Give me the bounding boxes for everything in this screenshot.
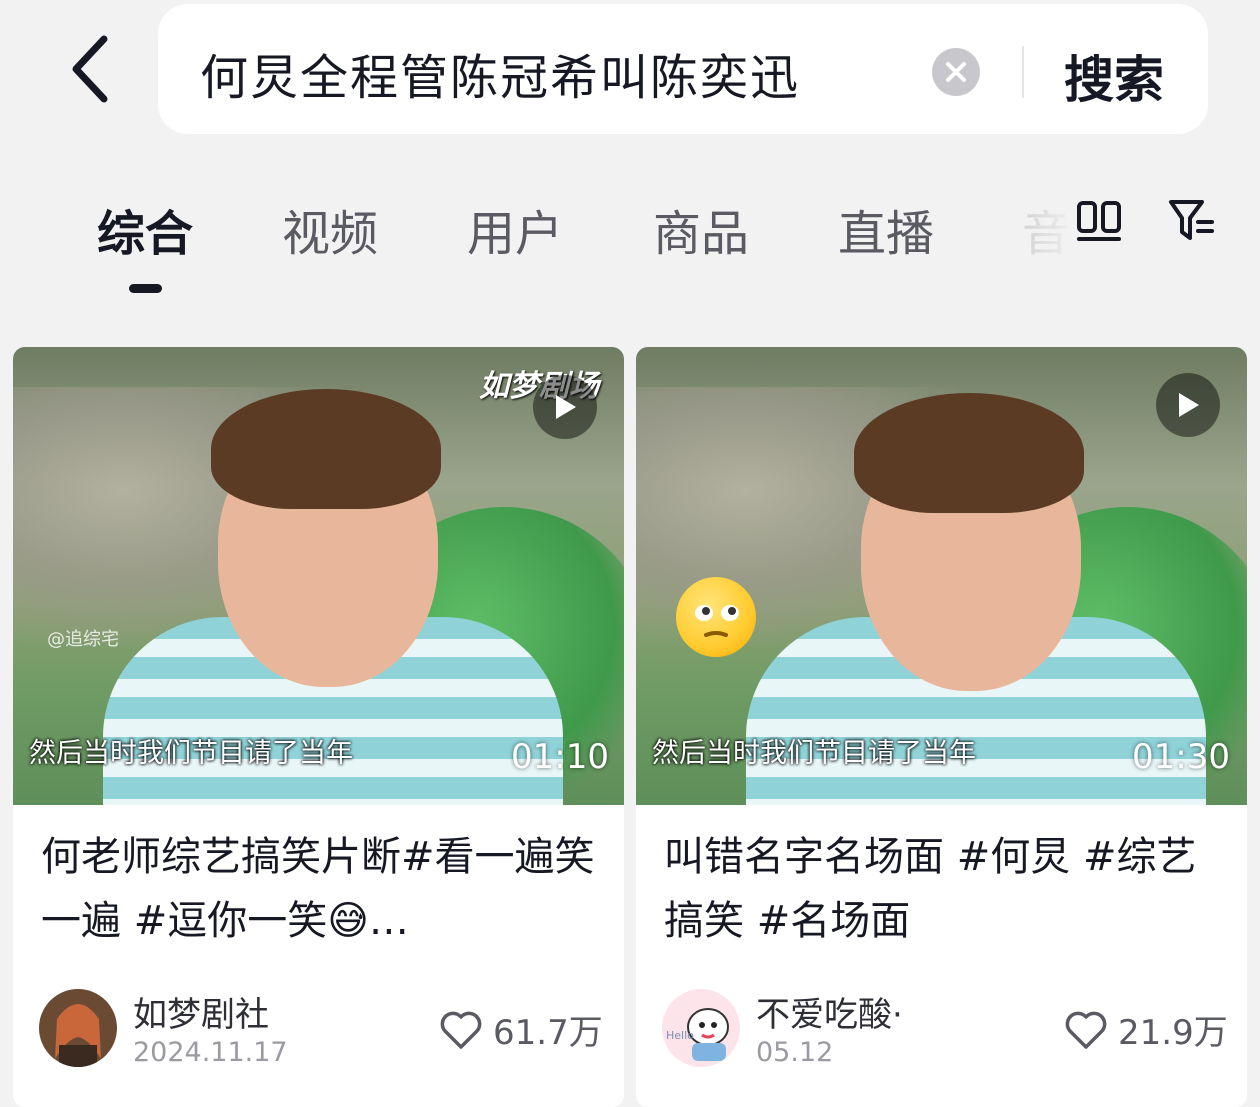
heart-icon [440,1011,482,1049]
video-thumbnail[interactable]: 然后当时我们节目请了当年 01:30 [636,347,1247,805]
layout-toggle-button[interactable] [1076,200,1122,246]
video-duration: 01:10 [511,737,609,777]
video-title[interactable]: 叫错名字名场面 #何炅 #综艺搞笑 #名场面 [664,825,1219,953]
search-tabs: 综合 视频 用户 商品 直播 音 [0,180,1260,300]
tab-comprehensive[interactable]: 综合 [97,194,193,264]
clear-search-button[interactable] [932,48,980,96]
search-input[interactable]: 何炅全程管陈冠希叫陈奕迅 [200,38,800,108]
source-watermark: @追综宅 [47,629,119,650]
video-thumbnail[interactable]: 如梦剧场 @追综宅 然后当时我们节目请了当年 01:10 [13,347,624,805]
heart-icon [1065,1011,1107,1049]
person-hair [854,393,1084,513]
close-icon [946,62,966,82]
chevron-left-icon [72,35,108,103]
video-subtitle: 然后当时我们节目请了当年 [29,738,353,769]
play-icon [1179,393,1199,417]
person-hair [211,389,441,509]
tab-goods[interactable]: 商品 [653,194,749,264]
thinking-emoji-icon [676,577,756,657]
like-count[interactable]: 61.7万 [439,1005,603,1054]
active-tab-indicator [129,284,162,293]
publish-date: 05.12 [756,1037,834,1068]
author-avatar-image: Hello [662,989,740,1067]
result-card[interactable]: 如梦剧场 @追综宅 然后当时我们节目请了当年 01:10 何老师综艺搞笑片断#看… [13,347,624,1107]
like-count-text: 21.9万 [1118,1013,1228,1053]
tab-live[interactable]: 直播 [838,194,934,264]
video-duration: 01:30 [1132,737,1230,777]
filter-icon [1169,200,1214,240]
like-count-text: 61.7万 [493,1013,603,1053]
video-title[interactable]: 何老师综艺搞笑片断#看一遍笑一遍 #逗你一笑😅… [41,825,596,953]
divider [1022,46,1024,98]
svg-text:Hello: Hello [666,1029,694,1042]
back-button[interactable] [60,34,120,104]
tab-user[interactable]: 用户 [467,194,563,264]
avatar[interactable]: Hello [662,989,740,1067]
play-button[interactable] [533,375,597,439]
search-bar[interactable]: 何炅全程管陈冠希叫陈奕迅 搜索 [158,4,1208,134]
filter-button[interactable] [1168,198,1216,248]
author-name[interactable]: 如梦剧社 [133,987,269,1036]
double-column-icon [1077,201,1121,241]
play-icon [556,395,576,419]
tab-fade [1000,190,1080,260]
author-name[interactable]: 不爱吃酸· [756,987,903,1036]
search-button[interactable]: 搜索 [1064,40,1164,112]
play-button[interactable] [1156,373,1220,437]
publish-date: 2024.11.17 [133,1037,288,1068]
video-subtitle: 然后当时我们节目请了当年 [652,738,976,769]
author-avatar-image [39,989,117,1067]
like-count[interactable]: 21.9万 [1064,1005,1228,1054]
avatar[interactable] [39,989,117,1067]
tab-video[interactable]: 视频 [282,194,378,264]
result-card[interactable]: 然后当时我们节目请了当年 01:30 叫错名字名场面 #何炅 #综艺搞笑 #名场… [636,347,1247,1107]
